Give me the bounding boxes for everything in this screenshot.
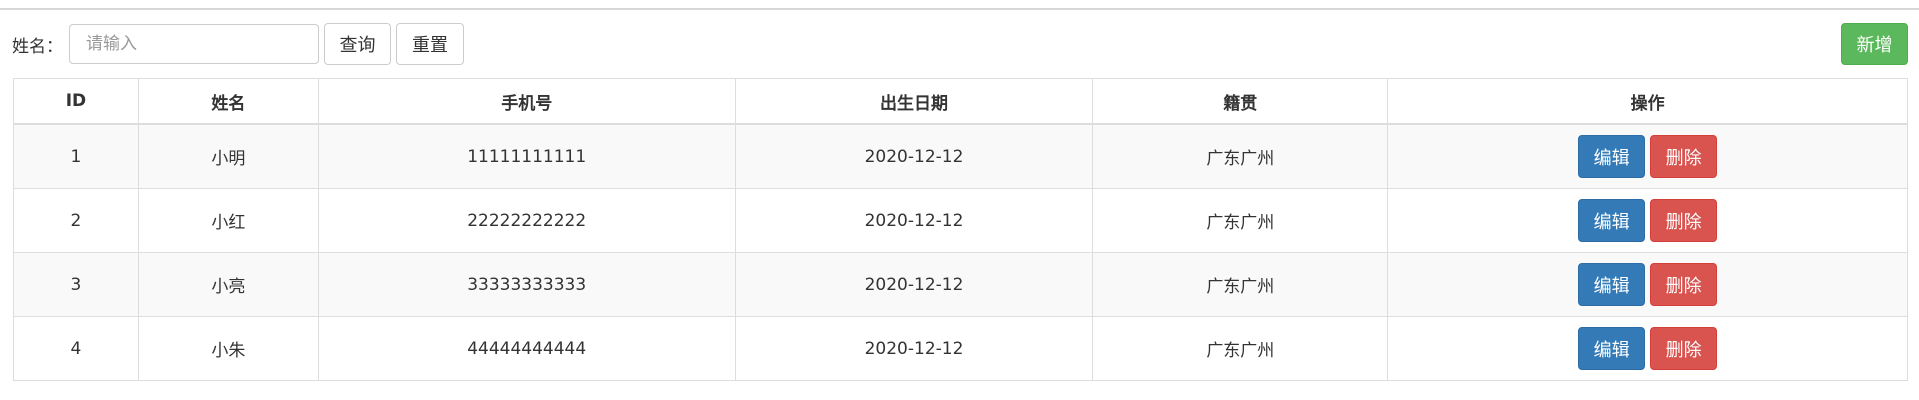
cell-birth-date: 2020-12-12 [734,123,1094,189]
header-name: 姓名 [137,78,319,125]
table-row: 3 小亮 33333333333 2020-12-12 广东广州 编辑 删除 [13,252,1908,317]
cell-origin: 广东广州 [1092,316,1389,381]
cell-birth-date: 2020-12-12 [734,316,1094,381]
cell-operations: 编辑 删除 [1387,188,1908,253]
cell-name: 小明 [137,123,319,189]
edit-button[interactable]: 编辑 [1578,199,1646,242]
header-id: ID [13,78,139,125]
name-filter-label: 姓名： [12,36,63,57]
user-table: ID 姓名 手机号 出生日期 籍贯 操作 1 小明 11111111111 20… [13,78,1908,381]
cell-birth-date: 2020-12-12 [734,252,1094,317]
name-search-input[interactable] [69,24,319,64]
delete-button[interactable]: 删除 [1650,263,1718,306]
table-header-row: ID 姓名 手机号 出生日期 籍贯 操作 [13,78,1908,125]
cell-name: 小红 [137,188,319,253]
reset-button[interactable]: 重置 [396,23,464,65]
cell-origin: 广东广州 [1092,188,1389,253]
cell-phone: 33333333333 [317,252,736,317]
delete-button[interactable]: 删除 [1650,135,1718,178]
cell-birth-date: 2020-12-12 [734,188,1094,253]
header-phone: 手机号 [317,78,736,125]
cell-name: 小朱 [137,316,319,381]
cell-operations: 编辑 删除 [1387,123,1908,189]
cell-operations: 编辑 删除 [1387,316,1908,381]
cell-name: 小亮 [137,252,319,317]
edit-button[interactable]: 编辑 [1578,135,1646,178]
cell-id: 4 [13,316,139,381]
cell-phone: 22222222222 [317,188,736,253]
cell-origin: 广东广州 [1092,123,1389,189]
header-birth-date: 出生日期 [734,78,1094,125]
add-button[interactable]: 新增 [1841,23,1908,65]
delete-button[interactable]: 删除 [1650,199,1718,242]
cell-id: 1 [13,123,139,189]
delete-button[interactable]: 删除 [1650,327,1718,370]
cell-origin: 广东广州 [1092,252,1389,317]
cell-phone: 11111111111 [317,123,736,189]
header-origin: 籍贯 [1092,78,1389,125]
header-operations: 操作 [1387,78,1908,125]
top-divider [0,8,1919,10]
edit-button[interactable]: 编辑 [1578,263,1646,306]
search-bar: 姓名： 查询 重置 [12,23,464,65]
table-row: 1 小明 11111111111 2020-12-12 广东广州 编辑 删除 [13,123,1908,189]
edit-button[interactable]: 编辑 [1578,327,1646,370]
cell-id: 2 [13,188,139,253]
cell-operations: 编辑 删除 [1387,252,1908,317]
cell-id: 3 [13,252,139,317]
table-row: 2 小红 22222222222 2020-12-12 广东广州 编辑 删除 [13,188,1908,253]
table-row: 4 小朱 44444444444 2020-12-12 广东广州 编辑 删除 [13,316,1908,381]
cell-phone: 44444444444 [317,316,736,381]
query-button[interactable]: 查询 [324,23,391,65]
